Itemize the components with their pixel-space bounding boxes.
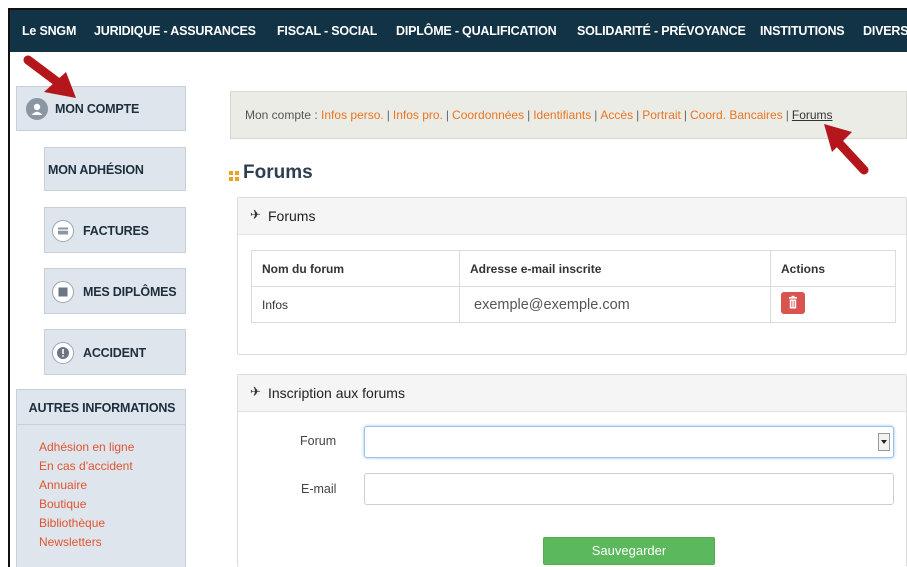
delete-button[interactable] — [781, 292, 805, 314]
pin-icon: ✈ — [250, 384, 261, 399]
nav-item-juridique-assurances[interactable]: JURIDIQUE - ASSURANCES — [94, 10, 256, 52]
other-info-title: AUTRES INFORMATIONS — [28, 401, 176, 415]
page-title: Forums — [243, 162, 313, 183]
email-label: E-mail — [301, 482, 337, 496]
top-navigation: Le SNGM JURIDIQUE - ASSURANCES FISCAL - … — [10, 10, 907, 52]
sidebar-item-mon-adhesion[interactable]: MON ADHÉSION — [44, 147, 186, 191]
col-header-forum: Nom du forum — [251, 250, 460, 287]
col-header-actions: Actions — [770, 250, 896, 287]
sidebar-label-accident: ACCIDENT — [83, 346, 146, 360]
inscription-panel-header: ✈ Inscription aux forums — [238, 375, 906, 412]
forums-panel-header: ✈ Forums — [238, 198, 906, 235]
pin-icon: ✈ — [250, 207, 261, 222]
breadcrumb-prefix: Mon compte : — [245, 108, 318, 122]
cell-forum-name: Infos — [251, 286, 460, 323]
sidebar-item-mes-diplomes[interactable]: MES DIPLÔMES — [44, 268, 186, 314]
nav-item-le-sngm[interactable]: Le SNGM — [22, 10, 76, 52]
inscription-panel-title: Inscription aux forums — [268, 385, 405, 401]
arrow-annotation-icon — [824, 124, 869, 175]
diploma-icon — [52, 281, 74, 303]
sidebar-label-mon-compte: MON COMPTE — [55, 102, 140, 116]
title-grid-icon — [229, 168, 239, 186]
nav-item-divers[interactable]: DIVERS — [863, 10, 907, 52]
breadcrumb: Mon compte : Infos perso. | Infos pro. | Coo… — [230, 91, 907, 139]
link-annuaire[interactable]: Annuaire — [39, 476, 134, 495]
link-adhesion-en-ligne[interactable]: Adhésion en ligne — [39, 438, 134, 457]
sidebar-label-mes-diplomes: MES DIPLÔMES — [83, 285, 177, 299]
other-info-box: AUTRES INFORMATIONS Adhésion en ligne En… — [16, 389, 186, 567]
arrow-annotation-icon — [23, 55, 76, 98]
breadcrumb-portrait[interactable]: Portrait — [642, 108, 681, 122]
nav-item-fiscal-social[interactable]: FISCAL - SOCIAL — [277, 10, 377, 52]
breadcrumb-acces[interactable]: Accès — [600, 108, 633, 122]
cell-email: exemple@exemple.com — [459, 286, 771, 323]
table-row: Infos exemple@exemple.com — [251, 286, 896, 323]
forums-panel-title: Forums — [268, 208, 316, 224]
sidebar-item-accident[interactable]: ACCIDENT — [44, 329, 186, 375]
cell-actions — [770, 286, 896, 323]
alert-icon — [52, 342, 74, 364]
email-field[interactable] — [364, 473, 894, 505]
trash-icon — [789, 295, 797, 309]
nav-item-institutions[interactable]: INSTITUTIONS — [760, 10, 845, 52]
breadcrumb-infos-perso[interactable]: Infos perso. — [321, 108, 384, 122]
link-boutique[interactable]: Boutique — [39, 495, 134, 514]
invoice-icon — [52, 220, 74, 242]
sidebar-label-mon-adhesion: MON ADHÉSION — [48, 163, 144, 177]
save-button[interactable]: Sauvegarder — [543, 537, 715, 565]
forum-select[interactable] — [364, 426, 894, 458]
chevron-down-icon[interactable] — [878, 433, 890, 451]
nav-item-diplome-qualification[interactable]: DIPLÔME - QUALIFICATION — [396, 10, 557, 52]
forum-label: Forum — [300, 434, 337, 448]
divider — [17, 424, 185, 425]
link-en-cas-d-accident[interactable]: En cas d'accident — [39, 457, 134, 476]
breadcrumb-coordonnees[interactable]: Coordonnées — [452, 108, 524, 122]
sidebar-label-factures: FACTURES — [83, 224, 149, 238]
other-info-links: Adhésion en ligne En cas d'accident Annu… — [39, 438, 134, 552]
breadcrumb-infos-pro[interactable]: Infos pro. — [393, 108, 443, 122]
breadcrumb-coord-bancaires[interactable]: Coord. Bancaires — [690, 108, 783, 122]
forums-panel: ✈ Forums Nom du forum Adresse e-mail ins… — [237, 197, 907, 355]
col-header-email: Adresse e-mail inscrite — [459, 250, 771, 287]
breadcrumb-identifiants[interactable]: Identifiants — [533, 108, 591, 122]
nav-item-solidarite-prevoyance[interactable]: SOLIDARITÉ - PRÉVOYANCE — [577, 10, 746, 52]
forums-table: Nom du forum Adresse e-mail inscrite Act… — [251, 250, 896, 323]
sidebar-item-factures[interactable]: FACTURES — [44, 207, 186, 253]
link-newsletters[interactable]: Newsletters — [39, 533, 134, 552]
link-bibliotheque[interactable]: Bibliothèque — [39, 514, 134, 533]
table-header-row: Nom du forum Adresse e-mail inscrite Act… — [251, 250, 896, 287]
